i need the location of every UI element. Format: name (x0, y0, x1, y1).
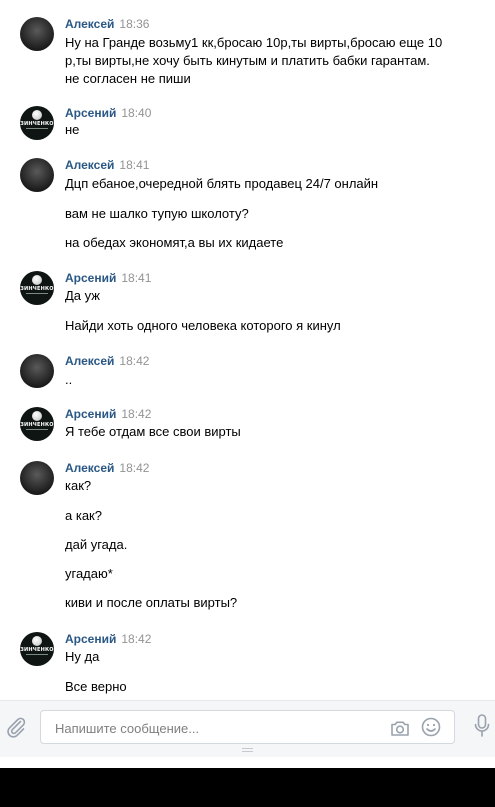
message-header: Арсений 18:42 (65, 632, 151, 646)
message-time: 18:42 (119, 461, 150, 475)
divider (26, 293, 48, 294)
message-input[interactable] (53, 717, 377, 739)
ball-icon (32, 636, 42, 646)
message-text: р,ты вирты,не хочу быть кинутым и платит… (65, 53, 430, 68)
message-text: угадаю* (65, 566, 113, 581)
message-input-box[interactable] (40, 710, 455, 744)
message-header: Арсений 18:40 (65, 106, 151, 120)
ball-icon (32, 275, 42, 285)
ball-icon (32, 110, 42, 120)
divider (26, 654, 48, 655)
author-name[interactable]: Арсений (65, 632, 116, 646)
message-header: Арсений 18:42 (65, 407, 151, 421)
microphone-icon[interactable] (472, 713, 492, 739)
camera-icon[interactable] (389, 717, 411, 739)
message-text: киви и после оплаты вирты? (65, 595, 238, 610)
message-composer (0, 700, 495, 757)
message-text: Я тебе отдам все свои вирты (65, 424, 241, 439)
smile-icon[interactable] (420, 716, 442, 738)
author-name[interactable]: Арсений (65, 271, 116, 285)
message-header: Алексей 18:42 (65, 354, 149, 368)
message-text: как? (65, 478, 92, 493)
message-text: Ну на Гранде возьму1 кк,бросаю 10р,ты ви… (65, 35, 443, 50)
avatar[interactable] (20, 17, 54, 51)
message-text: на обедах экономят,а вы их кидаете (65, 235, 284, 250)
avatar[interactable] (20, 158, 54, 192)
message-text: не согласен не пиши (65, 71, 191, 86)
message-time: 18:42 (119, 354, 150, 368)
message-time: 18:42 (121, 632, 152, 646)
message-time: 18:40 (121, 106, 152, 120)
message-text: Дцп ебаное,очередной блять продавец 24/7… (65, 176, 379, 191)
message-text: Все верно (65, 679, 127, 694)
message-time: 18:41 (119, 158, 150, 172)
avatar[interactable] (20, 354, 54, 388)
author-name[interactable]: Алексей (65, 461, 114, 475)
avatar[interactable]: ЗИНЧЕНКО (20, 271, 54, 305)
message-time: 18:41 (121, 271, 152, 285)
avatar-brand: ЗИНЧЕНКО (20, 647, 54, 653)
author-name[interactable]: Алексей (65, 354, 114, 368)
avatar-brand: ЗИНЧЕНКО (20, 286, 54, 292)
divider (26, 128, 48, 129)
author-name[interactable]: Арсений (65, 106, 116, 120)
author-name[interactable]: Алексей (65, 158, 114, 172)
avatar-brand: ЗИНЧЕНКО (20, 121, 54, 127)
message-text: вам не шалко тупую школоту? (65, 206, 249, 221)
avatar-brand: ЗИНЧЕНКО (20, 422, 54, 428)
resize-grip-icon[interactable] (242, 747, 253, 753)
message-text: не (65, 122, 80, 137)
avatar[interactable] (20, 461, 54, 495)
paperclip-icon[interactable] (4, 715, 28, 739)
message-feed: Алексей 18:36 Ну на Гранде возьму1 кк,бро… (0, 0, 495, 700)
message-time: 18:42 (121, 407, 152, 421)
message-text: Да уж (65, 288, 100, 303)
message-text: Найди хоть одного человека которого я ки… (65, 318, 341, 333)
author-name[interactable]: Арсений (65, 407, 116, 421)
message-time: 18:36 (119, 17, 150, 31)
message-header: Арсений 18:41 (65, 271, 151, 285)
avatar[interactable]: ЗИНЧЕНКО (20, 407, 54, 441)
ball-icon (32, 411, 42, 421)
avatar[interactable]: ЗИНЧЕНКО (20, 106, 54, 140)
message-header: Алексей 18:36 (65, 17, 149, 31)
message-header: Алексей 18:42 (65, 461, 149, 475)
message-text: Ну да (65, 649, 100, 664)
divider (26, 429, 48, 430)
avatar[interactable]: ЗИНЧЕНКО (20, 632, 54, 666)
author-name[interactable]: Алексей (65, 17, 114, 31)
message-text: дай угада. (65, 537, 128, 552)
message-text: .. (65, 372, 73, 387)
bottom-bar (0, 768, 495, 807)
message-header: Алексей 18:41 (65, 158, 149, 172)
message-text: а как? (65, 508, 102, 523)
